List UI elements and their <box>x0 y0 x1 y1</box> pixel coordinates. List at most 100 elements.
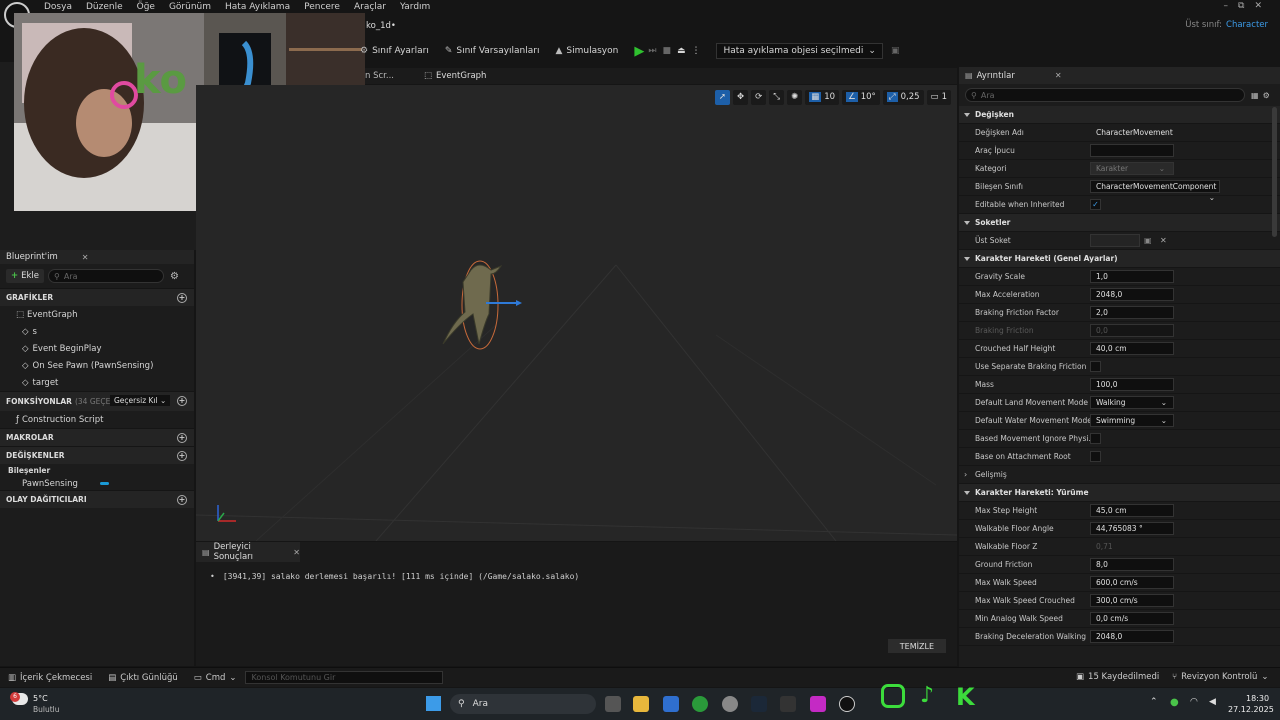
tab-eventgraph[interactable]: ⬚ EventGraph <box>424 71 486 81</box>
blueprint-search-input[interactable]: ⚲ Ara <box>48 269 165 283</box>
app-icon[interactable] <box>810 696 826 712</box>
mass-field[interactable]: 100,0 <box>1090 378 1174 391</box>
simulation-button[interactable]: ▲ Simulasyon <box>555 46 618 56</box>
compiler-tab[interactable]: ▤ Derleyici Sonuçları ✕ <box>196 542 300 562</box>
section-sockets[interactable]: Soketler <box>959 214 1280 232</box>
graphs-section[interactable]: GRAFİKLER + <box>0 288 194 306</box>
component-item-pawnsensing[interactable]: PawnSensing <box>0 477 194 490</box>
app-icon[interactable] <box>722 696 738 712</box>
microphone-icon[interactable]: ● <box>1170 697 1179 708</box>
volume-icon[interactable]: ◀ <box>1209 697 1216 707</box>
braking-decel-walking-field[interactable]: 2048,0 <box>1090 630 1174 643</box>
override-dropdown[interactable]: Geçersiz Kıl ⌄ <box>110 395 171 406</box>
gear-icon[interactable]: ⚙ <box>1263 91 1270 100</box>
play-button[interactable]: ▶ <box>634 44 644 59</box>
store-icon[interactable] <box>663 696 679 712</box>
max-walk-speed-crouched-field[interactable]: 300,0 cm/s <box>1090 594 1174 607</box>
editable-inherited-checkbox[interactable]: ✓ <box>1090 199 1101 210</box>
add-dispatcher-icon[interactable]: + <box>177 495 187 505</box>
chevron-up-icon[interactable]: ⌃ <box>1150 697 1158 707</box>
menu-view[interactable]: Görünüm <box>169 2 211 12</box>
details-search-input[interactable]: ⚲ Ara <box>965 88 1245 102</box>
task-view-icon[interactable] <box>605 696 621 712</box>
camera-speed-button[interactable]: ▭ 1 <box>926 89 951 105</box>
min-analog-walk-speed-field[interactable]: 0,0 cm/s <box>1090 612 1174 625</box>
debug-find-button[interactable]: ▣ <box>891 46 900 56</box>
gear-icon[interactable]: ⚙ <box>170 271 179 282</box>
menu-help[interactable]: Yardım <box>400 2 430 12</box>
viewport[interactable]: ➚ ✥ ⟳ ⤡ ✺ ▦ 10 ∠ 10° ⤢ 0,25 ▭ 1 <box>196 85 957 541</box>
asset-tab-title[interactable]: ko_1d• <box>366 21 396 31</box>
unsaved-button[interactable]: ▣ 15 Kaydedilmedi <box>1076 672 1159 682</box>
section-variable[interactable]: Değişken <box>959 106 1280 124</box>
variable-name-field[interactable]: CharacterMovement <box>1090 126 1174 139</box>
step-button[interactable]: ⏭ <box>648 46 656 56</box>
stop-button[interactable]: ■ <box>662 46 671 56</box>
function-item-construction[interactable]: ƒ Construction Script <box>0 411 194 428</box>
content-drawer-button[interactable]: ▥ İçerik Çekmecesi <box>8 673 92 683</box>
graph-item-onseepawn[interactable]: ◇ On See Pawn (PawnSensing) <box>0 357 194 374</box>
close-icon[interactable]: ✕ <box>1055 71 1062 80</box>
category-dropdown[interactable]: Karakter ⌄ <box>1090 162 1174 175</box>
graph-item-beginplay[interactable]: ◇ Event BeginPlay <box>0 340 194 357</box>
clock-date[interactable]: 27.12.2025 <box>1228 705 1274 714</box>
steam-icon[interactable] <box>751 696 767 712</box>
class-settings-button[interactable]: ⚙ Sınıf Ayarları <box>360 46 429 56</box>
graph-item-target[interactable]: ◇ target <box>0 374 194 391</box>
unreal-engine-icon[interactable] <box>839 696 855 712</box>
max-step-height-field[interactable]: 45,0 cm <box>1090 504 1174 517</box>
menu-tools[interactable]: Araçlar <box>354 2 386 12</box>
close-icon[interactable]: ✕ <box>82 253 89 262</box>
variables-section[interactable]: DEĞİŞKENLER + <box>0 446 194 464</box>
angle-snap-toggle[interactable]: ∠ 10° <box>842 89 880 105</box>
console-input[interactable]: Konsol Komutunu Gir <box>244 671 443 684</box>
table-view-icon[interactable]: ▦ <box>1251 91 1259 100</box>
add-macro-icon[interactable]: + <box>177 433 187 443</box>
eject-button[interactable]: ⏏ <box>677 46 686 56</box>
parent-socket-field[interactable] <box>1090 234 1140 247</box>
crouched-half-height-field[interactable]: 40,0 cm <box>1090 342 1174 355</box>
max-walk-speed-field[interactable]: 600,0 cm/s <box>1090 576 1174 589</box>
menu-file[interactable]: Dosya <box>44 2 72 12</box>
window-controls[interactable]: –⧉✕ <box>1224 1 1272 11</box>
clear-button[interactable]: TEMİZLE <box>887 639 946 653</box>
world-local-icon[interactable]: ✺ <box>787 89 803 105</box>
walkable-floor-angle-field[interactable]: 44,765083 ° <box>1090 522 1174 535</box>
scale-snap-toggle[interactable]: ⤢ 0,25 <box>882 89 924 105</box>
add-graph-icon[interactable]: + <box>177 293 187 303</box>
clock-time[interactable]: 18:30 <box>1246 694 1269 703</box>
parent-class-link[interactable]: Character <box>1226 20 1268 30</box>
chrome-icon[interactable] <box>692 696 708 712</box>
functions-section[interactable]: FONKSİYONLAR (34 GEÇERS Geçersiz Kıl ⌄ + <box>0 391 194 411</box>
weather-temp[interactable]: 5°C <box>33 694 48 703</box>
add-variable-icon[interactable]: + <box>177 451 187 461</box>
weather-desc[interactable]: Bulutlu <box>33 705 60 714</box>
row-advanced[interactable]: › Gelişmiş <box>959 466 1280 484</box>
revision-control-button[interactable]: ⑂ Revizyon Kontrolü ⌄ <box>1172 672 1269 682</box>
select-mode-icon[interactable]: ➚ <box>714 89 731 105</box>
graph-item-eventgraph[interactable]: ⬚ EventGraph <box>0 306 194 323</box>
scale-icon[interactable]: ⤡ <box>769 89 785 105</box>
section-general-movement[interactable]: Karakter Hareketi (Genel Ayarlar) <box>959 250 1280 268</box>
windows-start-icon[interactable] <box>426 696 441 711</box>
gravity-scale-field[interactable]: 1,0 <box>1090 270 1174 283</box>
browse-icon[interactable]: ▣ <box>1144 236 1152 245</box>
epic-games-icon[interactable] <box>780 696 796 712</box>
menu-asset[interactable]: Öğe <box>137 2 155 12</box>
separate-braking-checkbox[interactable] <box>1090 361 1101 372</box>
max-acceleration-field[interactable]: 2048,0 <box>1090 288 1174 301</box>
translate-icon[interactable]: ✥ <box>733 89 749 105</box>
file-explorer-icon[interactable] <box>633 696 649 712</box>
close-icon[interactable]: ✕ <box>293 548 300 557</box>
class-defaults-button[interactable]: ✎ Sınıf Varsayılanları <box>445 46 540 56</box>
wifi-icon[interactable]: ◠ <box>1190 697 1198 707</box>
menu-window[interactable]: Pencere <box>304 2 340 12</box>
add-button[interactable]: + Ekle <box>6 269 45 283</box>
details-scrollbar[interactable] <box>1272 107 1277 237</box>
braking-friction-factor-field[interactable]: 2,0 <box>1090 306 1174 319</box>
rotate-icon[interactable]: ⟳ <box>751 89 767 105</box>
clear-icon[interactable]: ✕ <box>1160 236 1167 245</box>
macros-section[interactable]: MAKROLAR + <box>0 428 194 446</box>
section-walking[interactable]: Karakter Hareketi: Yürüme <box>959 484 1280 502</box>
menu-edit[interactable]: Düzenle <box>86 2 123 12</box>
